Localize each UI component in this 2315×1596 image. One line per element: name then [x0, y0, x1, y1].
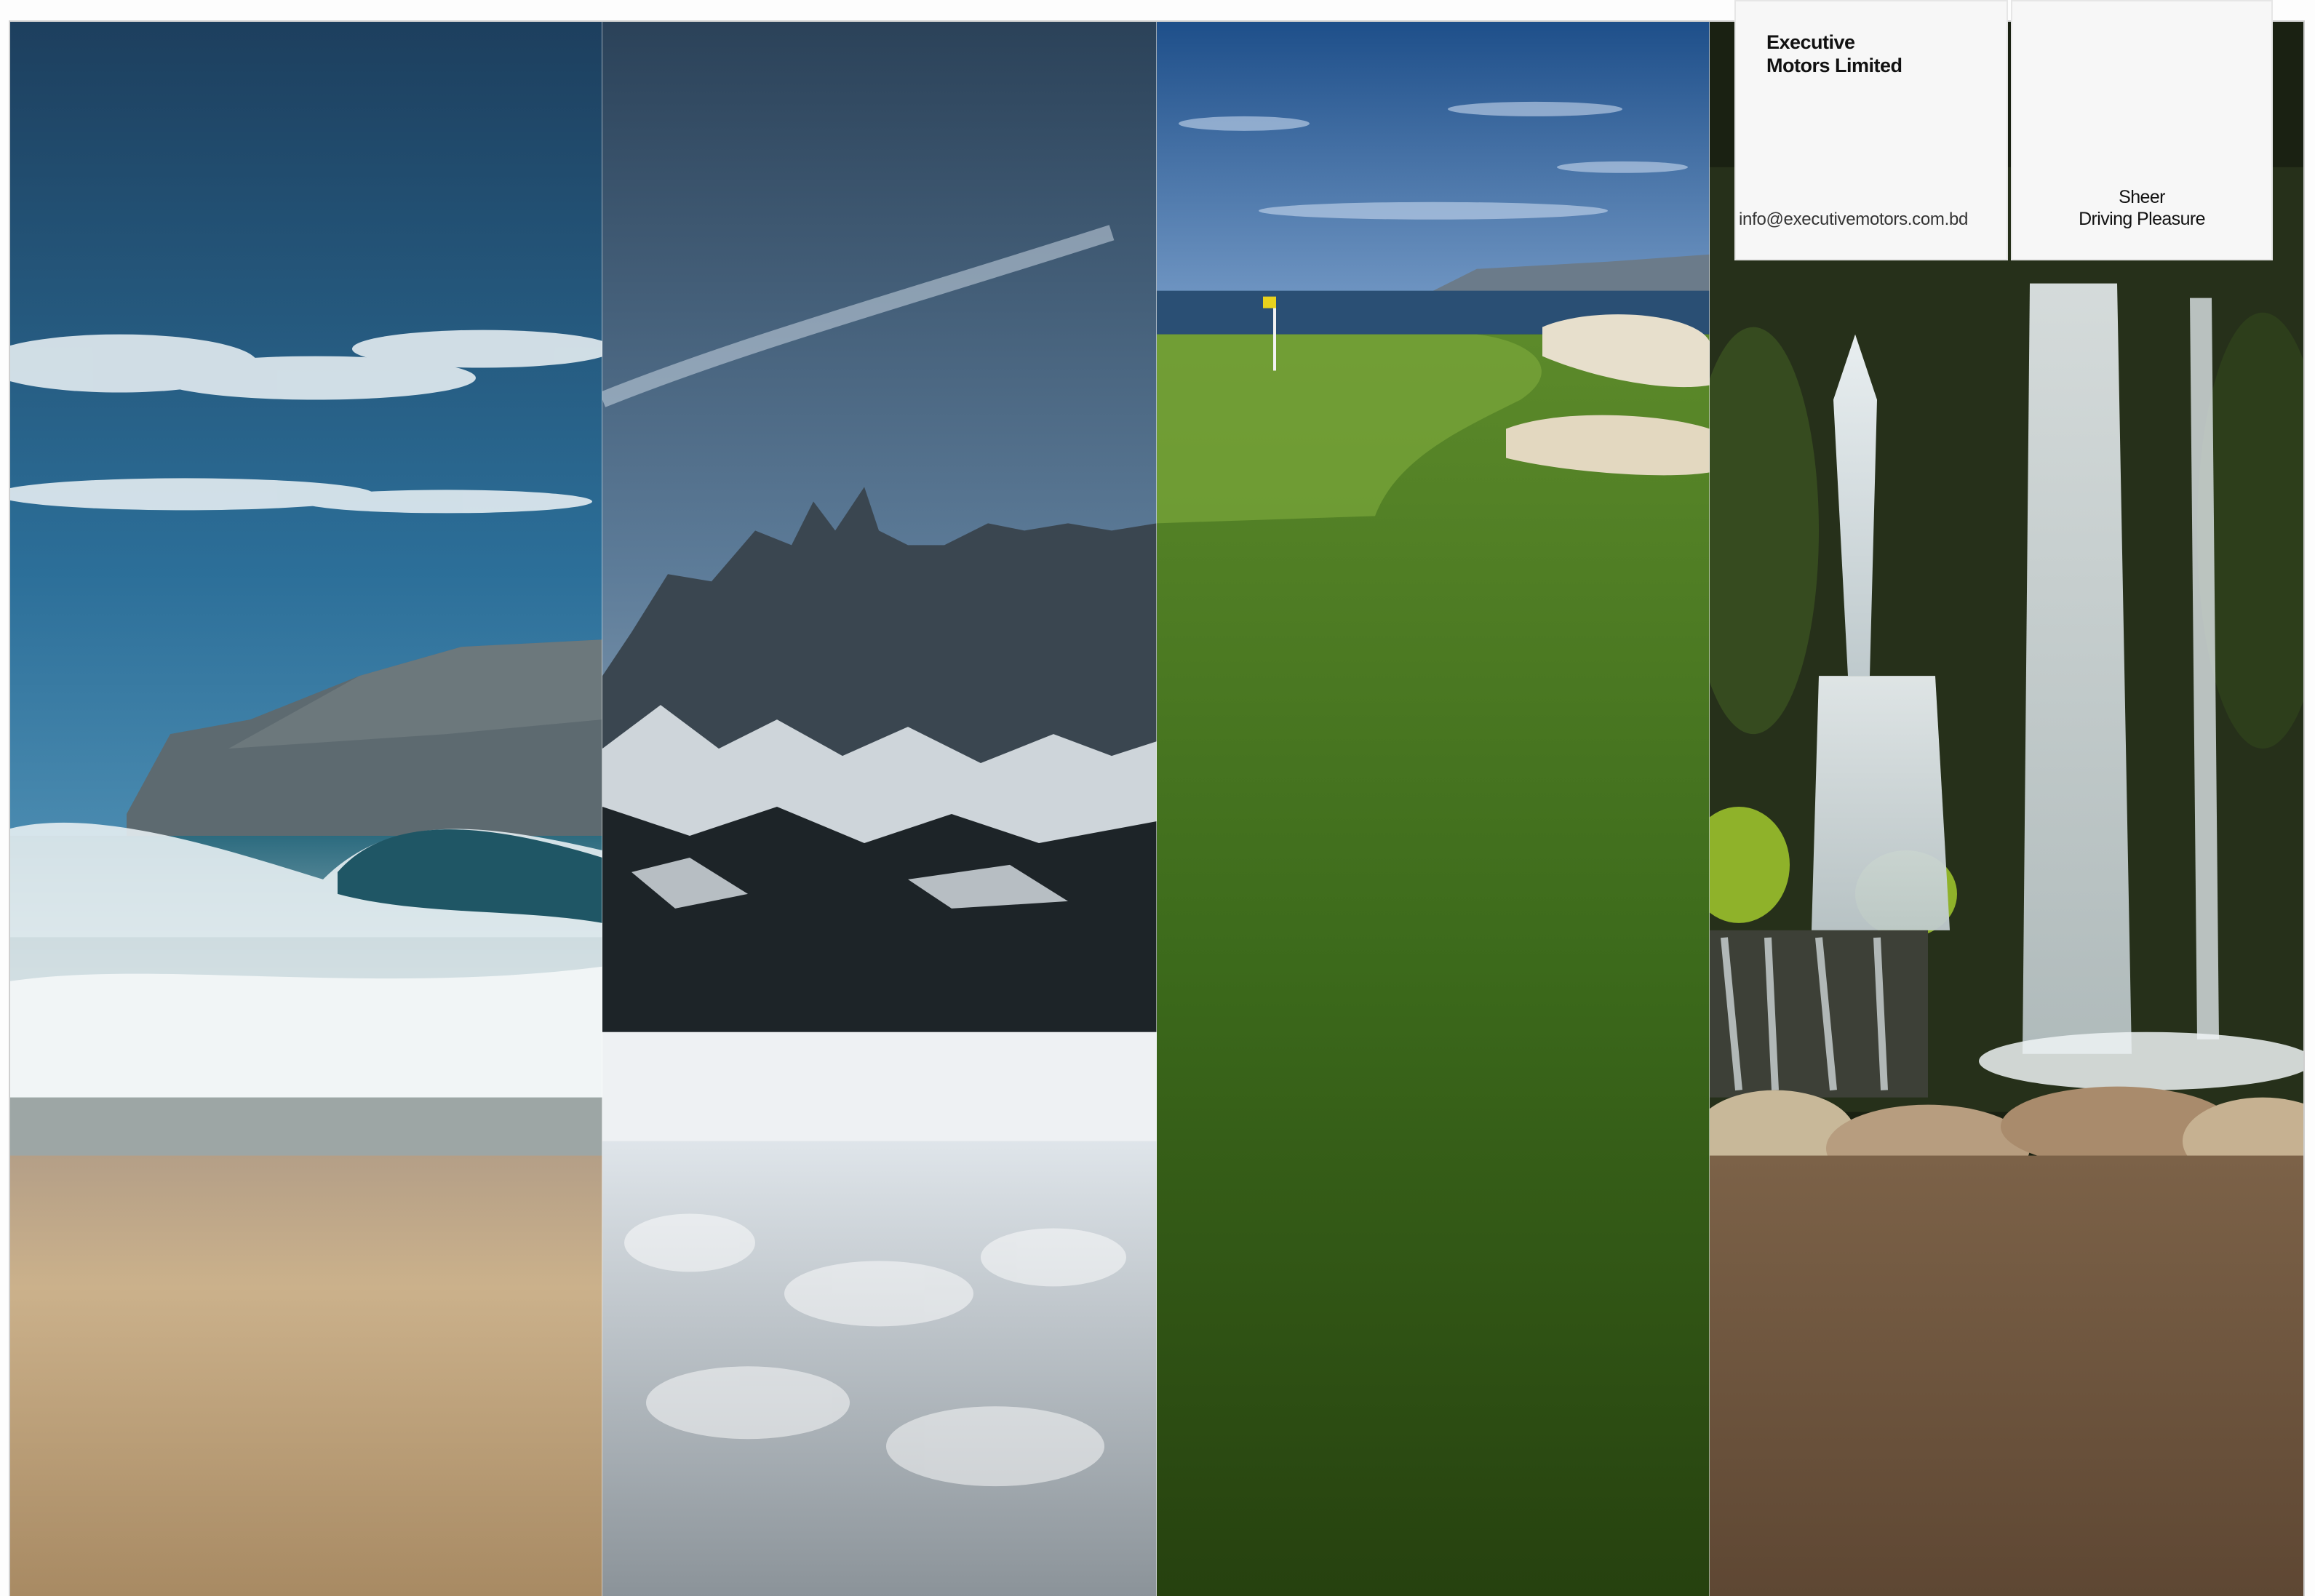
tagline-text: Sheer Driving Pleasure [2079, 187, 2205, 229]
flag-icon [1263, 296, 1276, 308]
mountain-scene [602, 22, 1157, 1596]
golf-course-panel [1157, 22, 1710, 1596]
tagline-card: Sheer Driving Pleasure [2012, 1, 2271, 259]
golf-scene [1157, 22, 1710, 1596]
company-name: Executive Motors Limited [1766, 31, 1902, 76]
beach-scene [10, 22, 602, 1596]
brochure-page: Executive Motors Limited info@executivem… [0, 0, 2315, 1596]
company-card: Executive Motors Limited info@executivem… [1736, 1, 2007, 259]
beach-panel [10, 22, 602, 1596]
email-link[interactable]: info@executivemotors.com.bd [1739, 210, 1968, 230]
snow-mountain-panel [602, 22, 1157, 1596]
